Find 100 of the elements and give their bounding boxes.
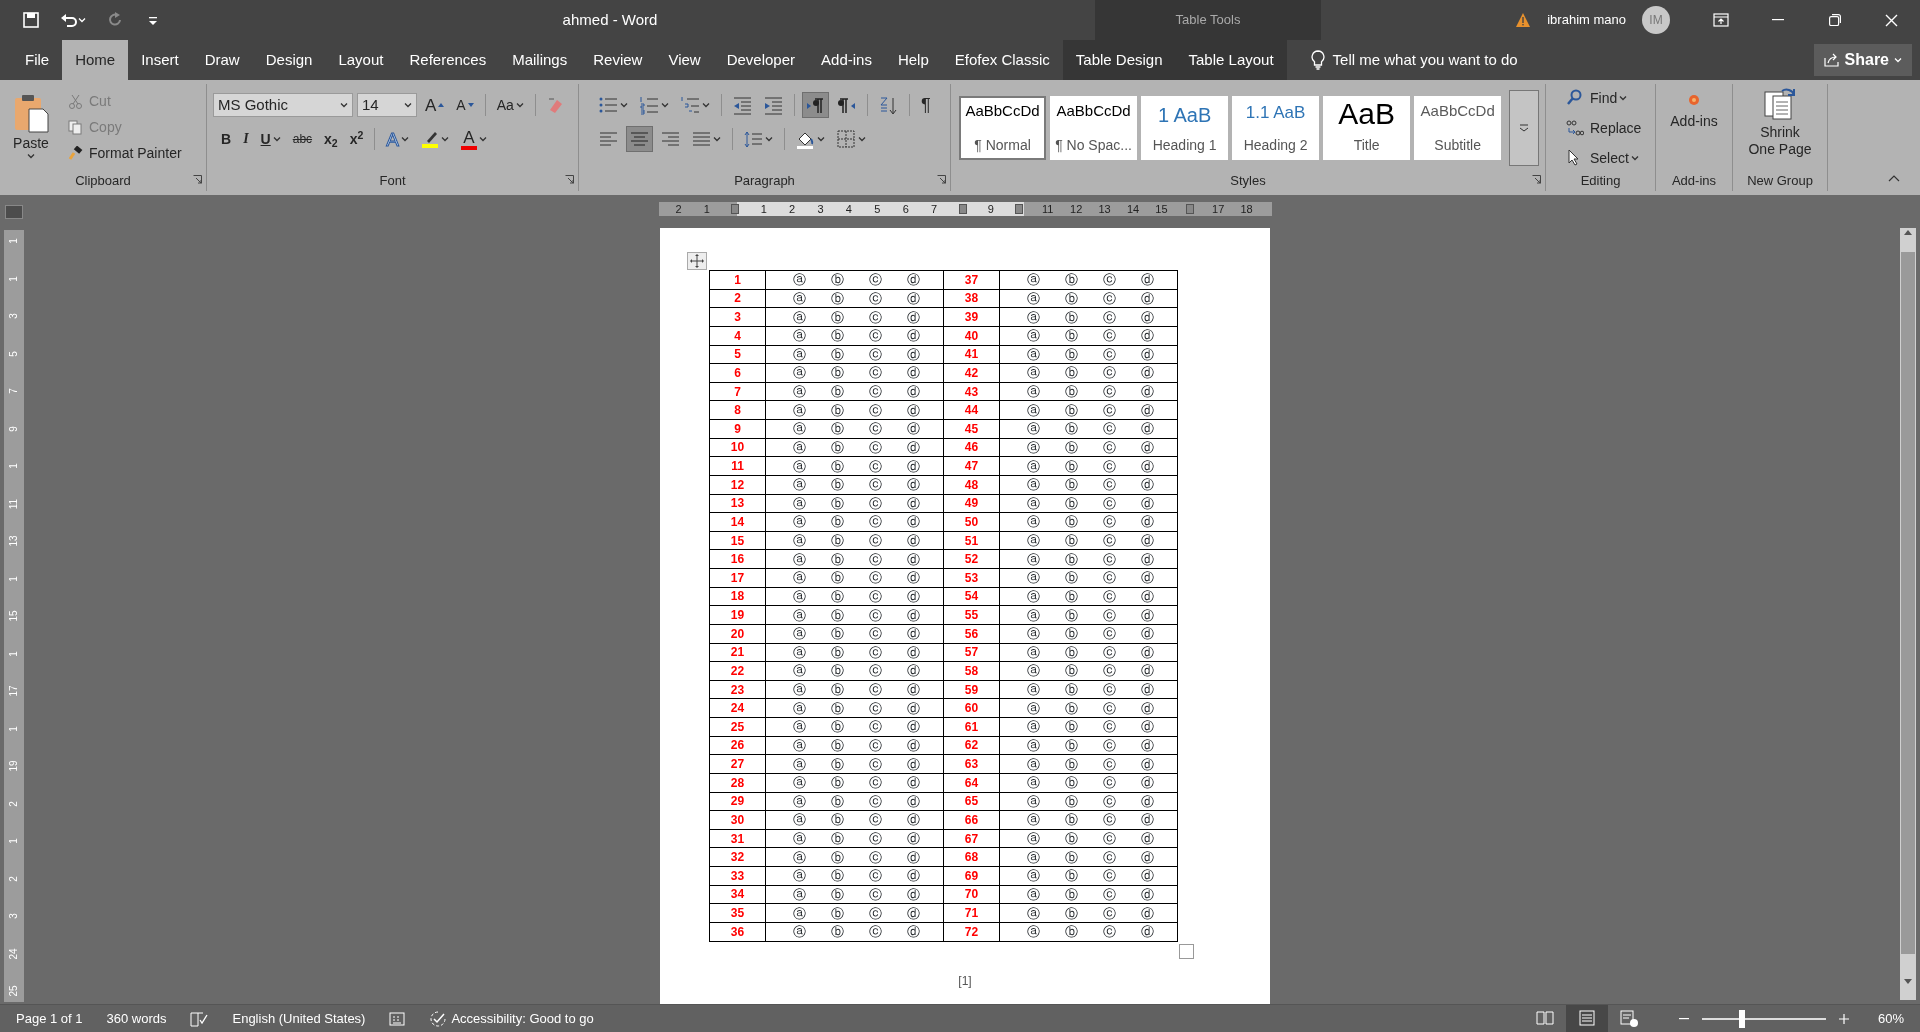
copy-icon	[68, 119, 83, 135]
paste-button[interactable]: Paste	[6, 88, 56, 168]
choice-letter: ⓐ	[1026, 925, 1040, 939]
ribbon-tab[interactable]: Table Layout	[1175, 40, 1287, 80]
choice-letter: ⓓ	[1141, 385, 1155, 399]
question-number: 2	[734, 291, 741, 306]
choice-letter: ⓑ	[1064, 366, 1078, 380]
font-name-field[interactable]: MS Gothic	[213, 93, 353, 117]
align-center-button[interactable]	[626, 126, 653, 152]
question-number: 46	[964, 440, 979, 455]
choice-letter: ⓒ	[1103, 608, 1117, 622]
choice-letter: ⓐ	[792, 720, 806, 734]
question-number: 17	[730, 570, 745, 585]
ruler-number: 3	[9, 313, 19, 319]
ribbon-tab[interactable]: Developer	[713, 40, 809, 80]
choice-letter: ⓓ	[907, 850, 921, 864]
column-marker[interactable]	[1015, 204, 1024, 214]
ribbon-tab[interactable]: Home	[62, 40, 129, 80]
ribbon-tab[interactable]: References	[396, 40, 500, 80]
choice-letter: ⓐ	[1026, 347, 1040, 361]
choice-letter: ⓒ	[1103, 906, 1117, 920]
zoom-level[interactable]: 60%	[1877, 1008, 1904, 1029]
choice-letter: ⓓ	[907, 813, 921, 827]
painter-button[interactable]: Format Painter	[64, 140, 186, 166]
style-gallery-item[interactable]: AaBbCcDd ¶ No Spac...	[1050, 95, 1138, 160]
add-ins-button[interactable]: Add-ins	[1666, 92, 1722, 152]
tell-me-search[interactable]: Tell me what you want to do	[1310, 48, 1518, 72]
print-view-button[interactable]	[1565, 1005, 1608, 1032]
group-label: Add-ins	[1671, 173, 1717, 188]
ribbon-tab[interactable]: Add-ins	[808, 40, 885, 80]
ribbon-tab[interactable]: Insert	[128, 40, 192, 80]
style-gallery-item[interactable]: 1.1 AaB Heading 2	[1232, 95, 1320, 160]
zoom-slider-thumb[interactable]	[1739, 1009, 1746, 1028]
ruler-number: 1	[9, 463, 19, 469]
underline-button[interactable]: U	[256, 126, 285, 152]
sub-button[interactable]: x$_{2}$	[320, 126, 342, 152]
ribbon-tab[interactable]: Layout	[325, 40, 397, 80]
column-marker[interactable]	[731, 204, 740, 214]
question-number: 24	[730, 701, 745, 716]
accessibility-status[interactable]: Accessibility: Good to go	[429, 1008, 594, 1029]
question-number: 18	[730, 589, 745, 604]
choice-letter: ⓐ	[1026, 310, 1040, 324]
question-number: 12	[730, 477, 745, 492]
tab-selector[interactable]	[5, 205, 23, 219]
column-marker[interactable]	[958, 204, 967, 214]
ruler-number: 13	[1098, 202, 1111, 216]
italic-button[interactable]: I	[239, 126, 253, 152]
ribbon-tab[interactable]: Table Design	[1062, 40, 1176, 80]
replace-button[interactable]: Replace	[1562, 114, 1649, 141]
ribbon-tab[interactable]: Help	[884, 40, 942, 80]
choice-letter: ⓓ	[907, 422, 921, 436]
page-number: [1]	[958, 973, 972, 988]
status-text[interactable]: English (United States)	[232, 1008, 366, 1029]
vertical-scrollbar[interactable]	[1900, 228, 1916, 1000]
ribbon-tab[interactable]: Efofex Classic	[941, 40, 1063, 80]
question-number: 45	[964, 421, 979, 436]
ribbon-tab[interactable]: Draw	[191, 40, 253, 80]
sup-button[interactable]: x$^{2}$	[345, 126, 368, 152]
select-button[interactable]: Select	[1562, 144, 1649, 171]
ruler-number: 11	[9, 498, 19, 509]
shrink-page-button[interactable]: Shrink One Page	[1741, 84, 1819, 168]
question-number: 28	[730, 775, 745, 790]
style-gallery-item[interactable]: AaBbCcDd Subtitle	[1414, 95, 1502, 160]
share-button[interactable]: Share	[1813, 44, 1912, 76]
ruler-number: 7	[930, 202, 939, 216]
left-to-right-button[interactable]	[802, 92, 829, 118]
style-gallery-item[interactable]: AaBbCcDd ¶ Normal	[959, 95, 1047, 160]
shrink-font-button[interactable]: A	[452, 92, 478, 118]
grow-font-button[interactable]: A	[421, 92, 449, 118]
ribbon-tab[interactable]: Mailings	[499, 40, 581, 80]
choice-letter: ⓑ	[1064, 422, 1078, 436]
status-text[interactable]: 360 words	[106, 1008, 167, 1029]
choice-letter: ⓓ	[1141, 534, 1155, 548]
find-button[interactable]: Find	[1562, 84, 1649, 111]
bold-button[interactable]: B	[217, 126, 236, 152]
table-resize-handle[interactable]	[1179, 943, 1194, 959]
question-number: 68	[964, 850, 979, 865]
change-case-button[interactable]: Aa	[492, 92, 528, 118]
font-size-field[interactable]: 14	[357, 93, 417, 117]
choice-letter: ⓑ	[830, 273, 844, 287]
show-marks-button[interactable]: ¶	[917, 92, 935, 118]
ribbon-tab[interactable]: View	[655, 40, 714, 80]
style-gallery-item[interactable]: AaB Title	[1323, 95, 1411, 160]
question-number: 67	[964, 831, 979, 846]
question-number: 43	[964, 384, 979, 399]
style-gallery-item[interactable]: 1 AaB Heading 1	[1141, 95, 1229, 160]
gallery-more-button[interactable]	[1509, 89, 1539, 166]
choice-letter: ⓐ	[1026, 478, 1040, 492]
group-label: Editing	[1580, 173, 1621, 188]
numbered-list-icon	[640, 95, 659, 115]
ribbon-tab[interactable]: Design	[252, 40, 326, 80]
font-color-button[interactable]: A	[457, 126, 492, 152]
ribbon-tab[interactable]: File	[12, 40, 63, 80]
question-number: 41	[964, 347, 979, 362]
table-move-handle[interactable]	[687, 252, 707, 270]
status-text[interactable]: Page 1 of 1	[16, 1008, 83, 1029]
column-marker[interactable]	[1185, 204, 1194, 214]
strike-button[interactable]: abc	[288, 126, 317, 152]
ribbon-tab[interactable]: Review	[580, 40, 656, 80]
choice-letter: ⓒ	[1103, 552, 1117, 566]
